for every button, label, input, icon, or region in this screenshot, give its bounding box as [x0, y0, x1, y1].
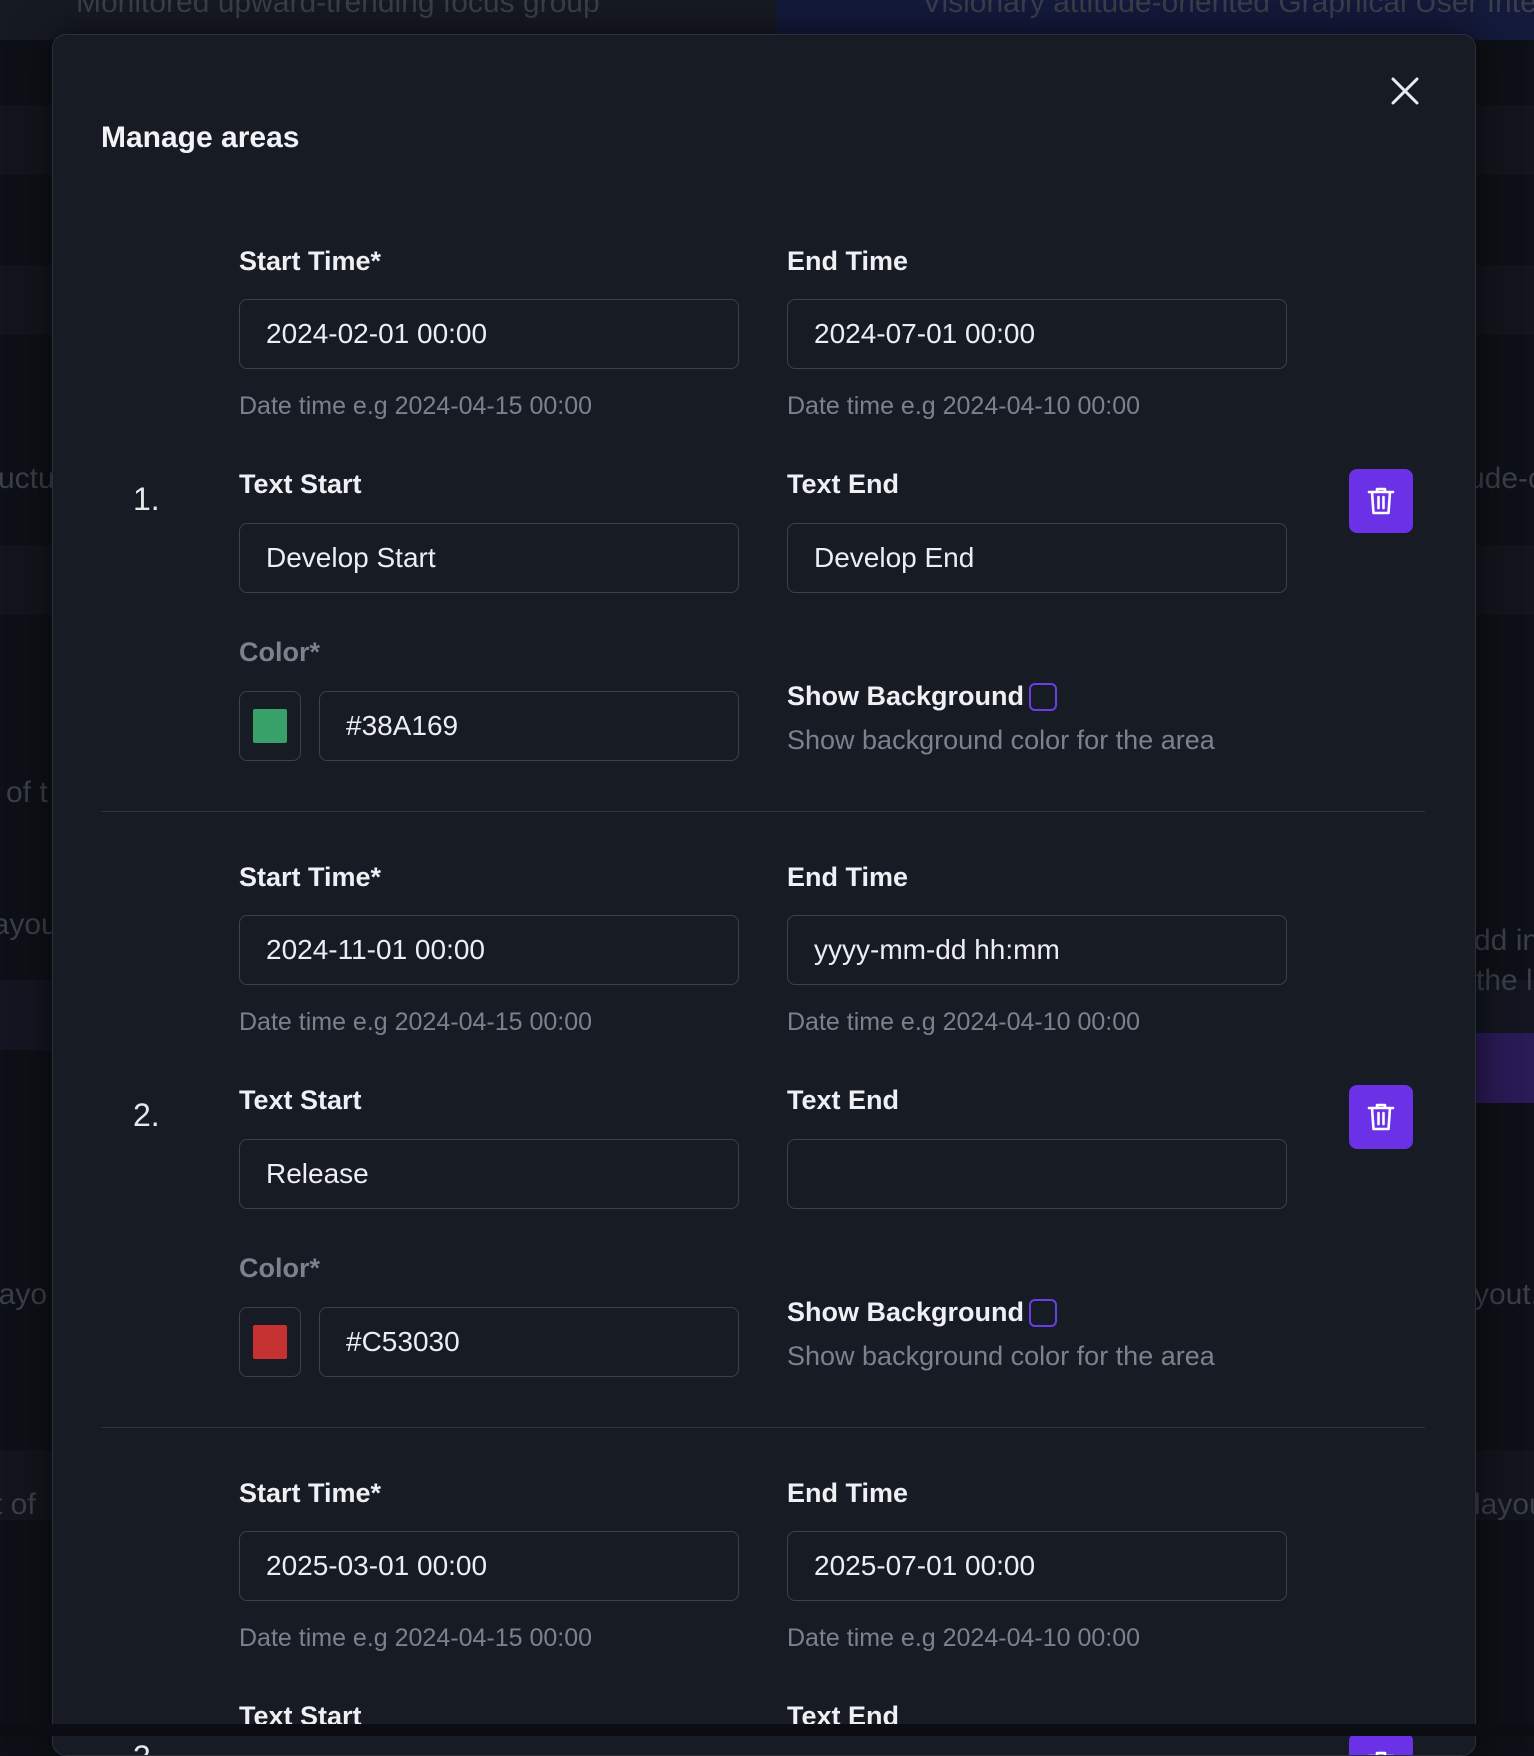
- text-start-label: Text Start: [239, 1085, 362, 1115]
- background-text: ude-c: [1468, 462, 1534, 495]
- end-time-input[interactable]: [787, 1531, 1287, 1601]
- bottom-edge: [0, 1724, 1534, 1736]
- background-text: of t: [6, 776, 48, 809]
- end-time-label: End Time: [787, 246, 909, 276]
- end-time-hint: Date time e.g 2024-04-10 00:00: [787, 392, 1141, 420]
- trash-icon: [1368, 1751, 1394, 1755]
- end-time-hint: Date time e.g 2024-04-10 00:00: [787, 1624, 1141, 1652]
- background-text: Visionary attitude-oriented Graphical Us…: [922, 0, 1534, 19]
- show-background-checkbox[interactable]: [1029, 1299, 1057, 1327]
- close-button[interactable]: [1383, 69, 1427, 113]
- delete-area-button[interactable]: [1349, 469, 1413, 533]
- color-hex-input[interactable]: [319, 1307, 739, 1377]
- color-swatch: [253, 1325, 287, 1359]
- background-text: layou: [0, 908, 58, 941]
- text-start-input[interactable]: [239, 1139, 739, 1209]
- start-time-label: Start Time*: [239, 862, 382, 892]
- text-end-label: Text End: [787, 1085, 900, 1115]
- show-background-label: Show Background: [787, 681, 1025, 711]
- start-time-label: Start Time*: [239, 246, 382, 276]
- background-text: layo: [0, 1278, 48, 1311]
- trash-icon: [1367, 487, 1395, 515]
- end-time-hint: Date time e.g 2024-04-10 00:00: [787, 1008, 1141, 1036]
- color-swatch: [253, 709, 287, 743]
- delete-area-button[interactable]: [1349, 1085, 1413, 1149]
- delete-area-button[interactable]: [1349, 1733, 1413, 1755]
- modal-title: Manage areas: [101, 121, 300, 154]
- color-hex-input[interactable]: [319, 691, 739, 761]
- start-time-hint: Date time e.g 2024-04-15 00:00: [239, 1008, 593, 1036]
- text-start-label: Text Start: [239, 469, 362, 499]
- area-index: 2.: [133, 1097, 160, 1133]
- text-end-input[interactable]: [787, 523, 1287, 593]
- color-label: Color*: [239, 1253, 320, 1283]
- area-divider: [101, 811, 1425, 812]
- end-time-label: End Time: [787, 1478, 909, 1508]
- close-icon: [1391, 77, 1419, 105]
- background-text: yout.: [1474, 1278, 1534, 1311]
- show-background-hint: Show background color for the area: [787, 725, 1215, 755]
- text-end-label: Text End: [787, 469, 900, 499]
- end-time-input[interactable]: [787, 915, 1287, 985]
- end-time-label: End Time: [787, 862, 909, 892]
- color-label: Color*: [239, 637, 320, 667]
- trash-icon: [1367, 1103, 1395, 1131]
- show-background-checkbox[interactable]: [1029, 683, 1057, 711]
- background-text: dd int: [1474, 924, 1534, 957]
- show-background-label: Show Background: [787, 1297, 1025, 1327]
- start-time-input[interactable]: [239, 1531, 739, 1601]
- area-index: 1.: [133, 481, 160, 517]
- background-text: layou: [1474, 1488, 1534, 1521]
- background-text: the la: [1476, 964, 1534, 997]
- background-text: uctu: [0, 462, 55, 495]
- manage-areas-modal: Manage areas 1. Start Time* Date time e.…: [52, 34, 1476, 1756]
- start-time-input[interactable]: [239, 299, 739, 369]
- show-background-hint: Show background color for the area: [787, 1341, 1215, 1371]
- end-time-input[interactable]: [787, 299, 1287, 369]
- text-start-input[interactable]: [239, 523, 739, 593]
- start-time-input[interactable]: [239, 915, 739, 985]
- background-accent-strip: [1470, 1033, 1534, 1103]
- background-text: t of: [0, 1488, 36, 1521]
- area-index: 3.: [133, 1739, 160, 1755]
- area-divider: [101, 1427, 1425, 1428]
- text-end-input[interactable]: [787, 1139, 1287, 1209]
- start-time-label: Start Time*: [239, 1478, 382, 1508]
- start-time-hint: Date time e.g 2024-04-15 00:00: [239, 1624, 593, 1652]
- color-picker[interactable]: [239, 1307, 301, 1377]
- color-picker[interactable]: [239, 691, 301, 761]
- start-time-hint: Date time e.g 2024-04-15 00:00: [239, 392, 593, 420]
- background-text: Monitored upward-trending focus group: [76, 0, 600, 19]
